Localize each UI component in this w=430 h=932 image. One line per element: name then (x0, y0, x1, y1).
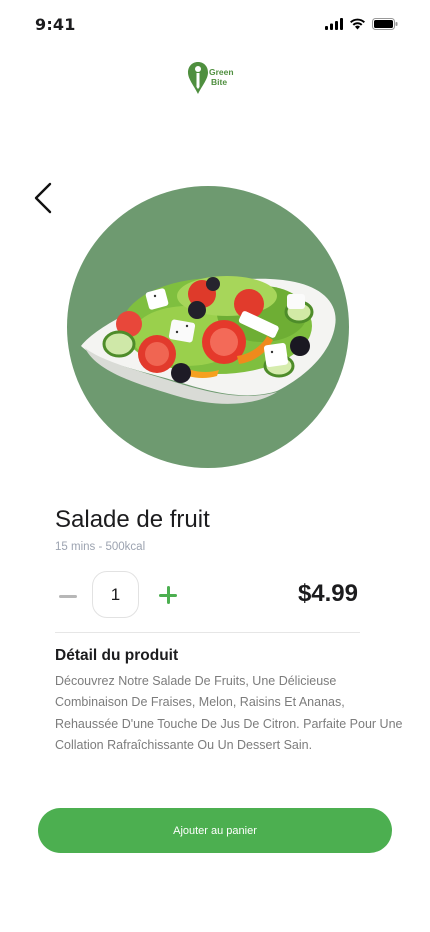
brand-logo: Green Bite (187, 60, 243, 96)
detail-description: Découvrez Notre Salade De Fruits, Une Dé… (55, 674, 403, 752)
wifi-icon (350, 18, 365, 30)
add-to-cart-button[interactable]: Ajouter au panier (38, 808, 392, 853)
product-image (67, 186, 349, 468)
logo-text: Green Bite (209, 67, 234, 87)
product-price: $4.99 (297, 580, 358, 607)
detail-title: Détail du produit (55, 647, 179, 664)
battery-icon (372, 18, 398, 30)
quantity-field[interactable]: 1 (92, 571, 139, 618)
status-bar: 9:41 (0, 0, 430, 50)
leaf-pin-icon (188, 62, 208, 94)
logo-line-2: Bite (211, 77, 228, 87)
product-title: Salade de fruit (55, 506, 210, 533)
back-button[interactable] (28, 178, 60, 218)
salad-image (81, 276, 336, 404)
decrease-quantity-button[interactable] (54, 584, 82, 608)
logo-line-1: Green (209, 67, 234, 77)
status-time: 9:41 (35, 15, 76, 34)
product-meta: 15 mins - 500kcal (55, 541, 146, 553)
signal-icon (325, 18, 343, 30)
status-icons (325, 18, 398, 30)
divider (55, 632, 360, 633)
chevron-left-icon (34, 182, 52, 214)
increase-quantity-button[interactable] (155, 583, 183, 609)
